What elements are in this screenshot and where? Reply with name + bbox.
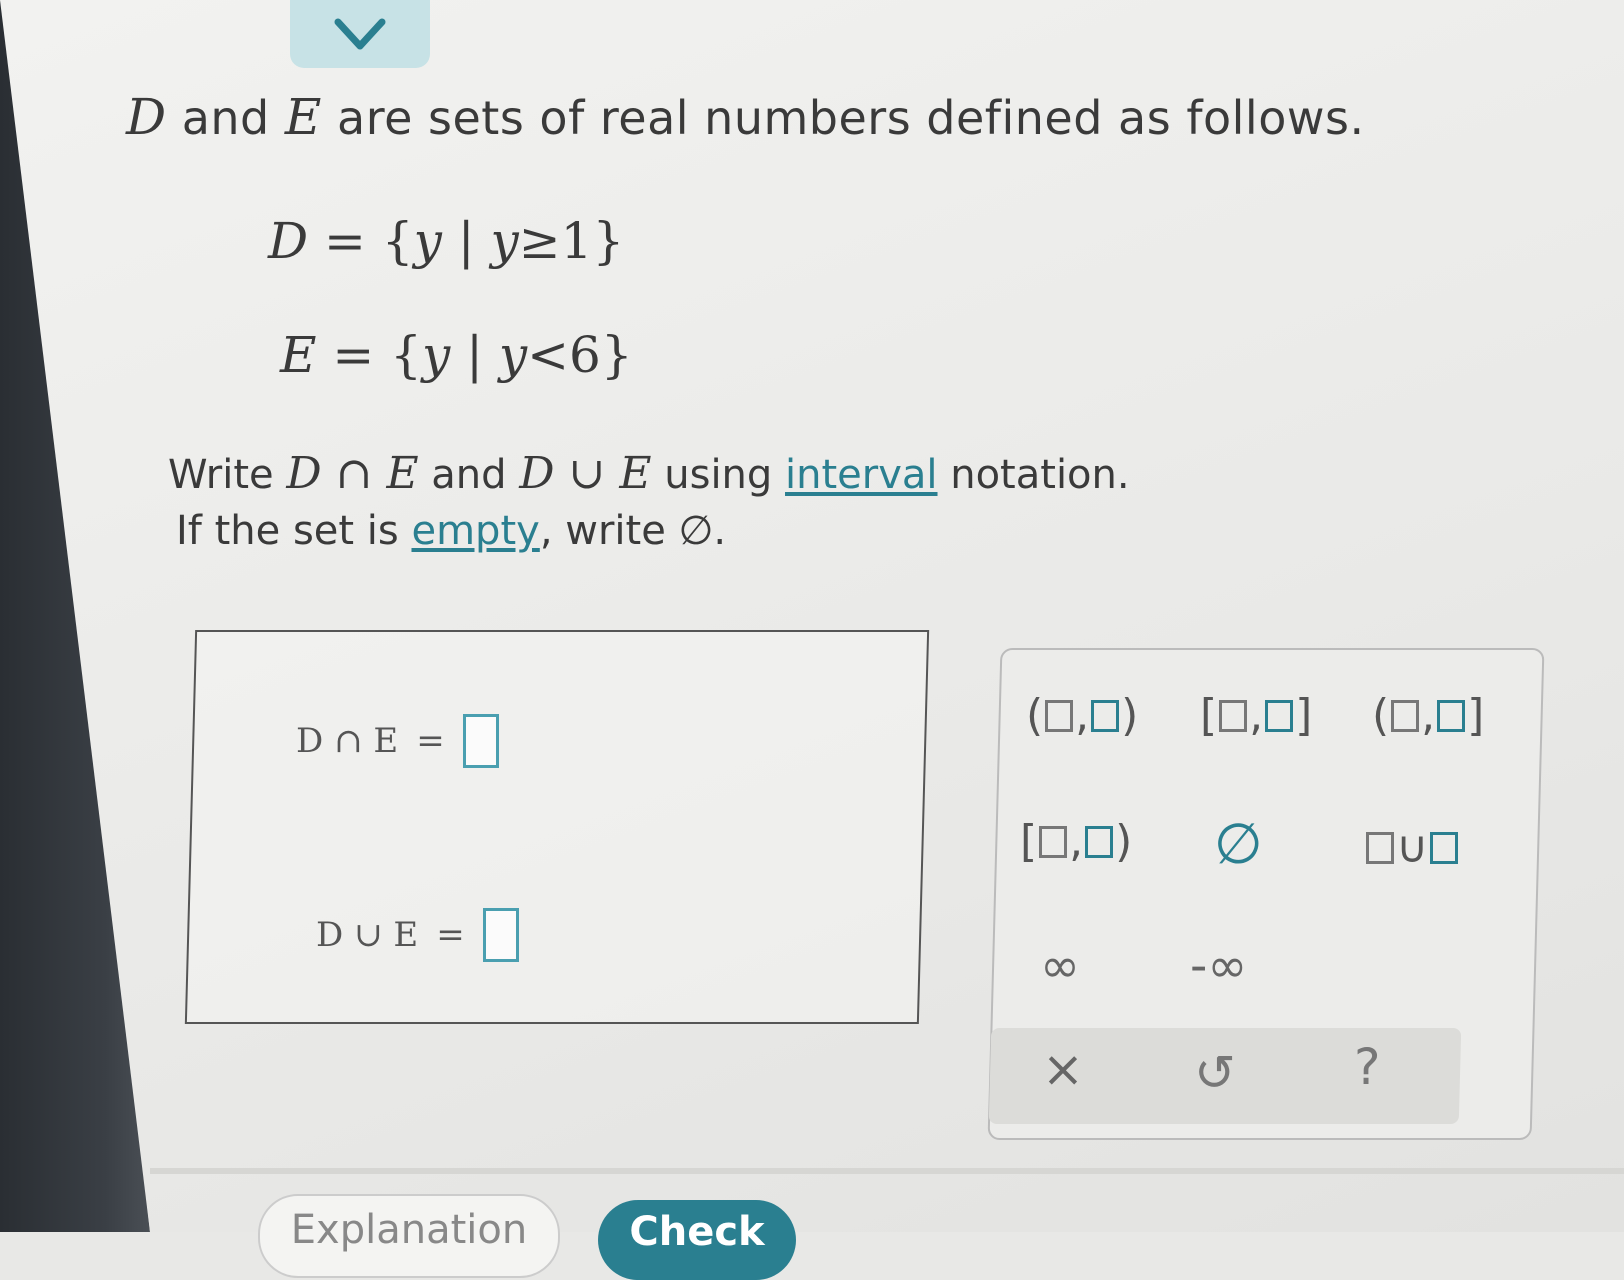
- bracket-right: ]: [1467, 690, 1485, 741]
- bracket-right: ]: [1295, 690, 1313, 741]
- instr-write: Write: [168, 452, 274, 498]
- intersection-label: D ∩ E: [296, 721, 399, 761]
- clear-button[interactable]: ×: [1042, 1040, 1084, 1098]
- intro-var-e: E: [284, 88, 322, 146]
- instr-end: .: [713, 508, 727, 554]
- instr-prefix: If the set is: [176, 508, 399, 554]
- union-label: D ∪ E: [316, 915, 419, 955]
- set-d-name: D: [268, 212, 309, 270]
- union-button[interactable]: ∪: [1364, 822, 1460, 873]
- comma: ,: [1421, 690, 1436, 741]
- intro-rest: are sets of real numbers defined as foll…: [337, 91, 1365, 145]
- set-e-value: 6: [569, 326, 601, 384]
- placeholder-box-icon: [1045, 699, 1074, 732]
- comma: ,: [1249, 690, 1264, 741]
- instr-union-expr: D ∪ E: [519, 448, 652, 499]
- intersection-input[interactable]: [462, 714, 499, 768]
- placeholder-box-icon: [1437, 699, 1466, 732]
- placeholder-box-icon: [1366, 831, 1394, 864]
- interval-link[interactable]: interval: [785, 452, 938, 498]
- set-e-definition: E = {y | y<6}: [280, 326, 633, 384]
- instr-intersection-expr: D ∩ E: [286, 448, 419, 499]
- instr-suffix: , write: [539, 508, 666, 554]
- instr-notation: notation.: [950, 452, 1130, 498]
- placeholder-box-icon: [1091, 699, 1120, 732]
- placeholder-box-icon: [1430, 831, 1459, 864]
- set-d-relation: ≥: [518, 212, 561, 270]
- negative-infinity-button[interactable]: -∞: [1190, 938, 1247, 994]
- placeholder-box-icon: [1085, 825, 1114, 858]
- intersection-equals: =: [416, 721, 445, 761]
- set-d-lhs-var: y: [413, 212, 442, 270]
- union-input[interactable]: [482, 908, 519, 962]
- placeholder-box-icon: [1391, 699, 1420, 732]
- set-e-relation: <: [527, 326, 570, 384]
- undo-button[interactable]: ↺: [1194, 1044, 1236, 1102]
- union-symbol: ∪: [1396, 822, 1429, 873]
- open-closed-interval-button[interactable]: (,]: [1372, 690, 1484, 741]
- closed-open-interval-button[interactable]: [,): [1020, 816, 1132, 867]
- collapse-tab[interactable]: [290, 0, 430, 68]
- explanation-button[interactable]: Explanation: [258, 1194, 560, 1278]
- placeholder-box-icon: [1219, 699, 1248, 732]
- closed-closed-interval-button[interactable]: [,]: [1200, 690, 1312, 741]
- open-open-interval-button[interactable]: (,): [1026, 690, 1138, 741]
- bracket-left: [: [1020, 816, 1038, 867]
- paren-left: (: [1026, 690, 1044, 741]
- comma: ,: [1069, 816, 1084, 867]
- infinity-button[interactable]: ∞: [1040, 938, 1080, 994]
- set-d-value: 1: [560, 212, 593, 270]
- instr-and: and: [431, 452, 507, 498]
- check-button[interactable]: Check: [598, 1200, 796, 1280]
- set-d-definition: D = {y | y≥1}: [268, 212, 625, 270]
- instruction-line-2: If the set is empty, write ∅.: [176, 508, 726, 554]
- placeholder-box-icon: [1039, 825, 1068, 858]
- paren-right: ): [1115, 816, 1133, 867]
- set-e-name: E: [280, 326, 317, 384]
- footer-divider: [150, 1168, 1624, 1174]
- help-button[interactable]: ?: [1354, 1038, 1381, 1096]
- set-e-cond-var: y: [498, 326, 528, 384]
- intro-var-d: D: [126, 88, 167, 146]
- set-d-cond-var: y: [490, 212, 519, 270]
- set-e-lhs-var: y: [422, 326, 451, 384]
- placeholder-box-icon: [1265, 699, 1294, 732]
- chevron-down-icon: [334, 18, 386, 50]
- intersection-row: D ∩ E =: [296, 714, 499, 768]
- answer-box: [184, 630, 930, 1024]
- instr-using: using: [664, 452, 773, 498]
- problem-intro: D and E are sets of real numbers defined…: [126, 88, 1365, 146]
- union-row: D ∪ E =: [316, 908, 519, 962]
- empty-set-button[interactable]: ∅: [1214, 812, 1263, 877]
- empty-link[interactable]: empty: [411, 508, 539, 554]
- intro-and: and: [181, 91, 270, 145]
- bracket-left: [: [1200, 690, 1218, 741]
- paren-left: (: [1372, 690, 1390, 741]
- union-equals: =: [436, 915, 465, 955]
- paren-right: ): [1121, 690, 1139, 741]
- comma: ,: [1075, 690, 1090, 741]
- empty-set-symbol: ∅: [678, 508, 714, 554]
- instruction-line-1: Write D ∩ E and D ∪ E using interval not…: [168, 448, 1130, 499]
